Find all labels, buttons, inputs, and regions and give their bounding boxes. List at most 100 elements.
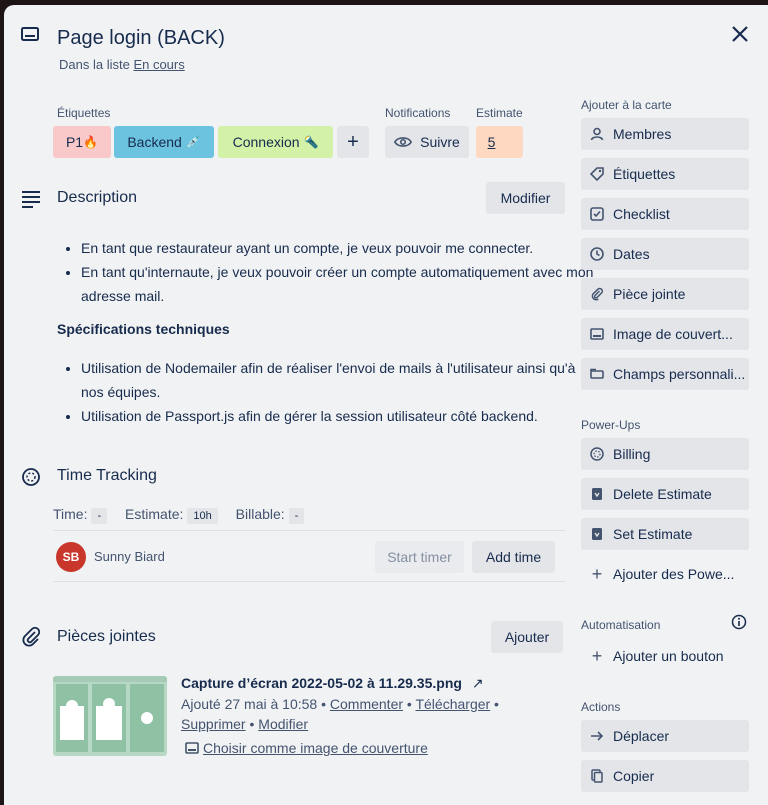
notifications-heading: Notifications xyxy=(385,106,451,120)
estimate-heading: Estimate xyxy=(476,106,523,120)
add-time-button[interactable]: Add time xyxy=(472,541,555,573)
button-label: Pièce jointe xyxy=(613,286,686,302)
delete-link[interactable]: Supprimer xyxy=(181,716,246,732)
description-list-2: Utilisation de Nodemailer afin de réalis… xyxy=(59,356,601,428)
custom-fields-button[interactable]: Champs personnali... xyxy=(581,358,749,390)
time-label: Time: xyxy=(53,506,88,522)
button-label: Dates xyxy=(613,246,650,262)
members-button[interactable]: Membres xyxy=(581,118,749,150)
arrow-right-icon xyxy=(591,731,604,741)
label-backend[interactable]: Backend 💉 xyxy=(114,126,214,158)
estimate-icon xyxy=(592,528,602,540)
divider xyxy=(53,581,565,582)
label-connexion[interactable]: Connexion 🔦 xyxy=(218,126,333,158)
set-estimate-button[interactable]: Set Estimate xyxy=(581,518,749,550)
person-icon xyxy=(590,127,604,141)
estimate-number: 5 xyxy=(487,134,496,150)
attachment-button[interactable]: Pièce jointe xyxy=(581,278,749,310)
label-text: Connexion xyxy=(232,134,300,150)
list-link[interactable]: En cours xyxy=(133,57,184,72)
button-label: Étiquettes xyxy=(613,166,676,182)
custom-fields-icon xyxy=(590,368,604,379)
checklist-button[interactable]: Checklist xyxy=(581,198,749,230)
estimate-value[interactable]: 5 xyxy=(476,126,523,158)
label-p1[interactable]: P1 🔥 xyxy=(53,126,111,158)
button-label: Checklist xyxy=(613,206,670,222)
attachment-filename: Capture d’écran 2022-05-02 à 11.29.35.pn… xyxy=(181,675,462,691)
automation-heading: Automatisation xyxy=(581,618,661,632)
add-to-card-heading: Ajouter à la carte xyxy=(581,98,672,112)
button-label: Ajouter des Powe... xyxy=(613,566,735,582)
download-link[interactable]: Télécharger xyxy=(415,696,490,712)
card-cover-icon xyxy=(590,328,604,340)
add-label-button[interactable]: + xyxy=(337,126,369,158)
time-row: Time: - Estimate: 10h Billable: - xyxy=(53,506,305,524)
description-list-1: En tant que restaurateur ayant un compte… xyxy=(59,236,601,308)
add-button-button[interactable]: + Ajouter un bouton xyxy=(581,640,749,672)
flashlight-icon: 🔦 xyxy=(303,135,319,149)
delete-estimate-button[interactable]: Delete Estimate xyxy=(581,478,749,510)
labels-button[interactable]: Étiquettes xyxy=(581,158,749,190)
info-icon[interactable] xyxy=(731,614,747,630)
button-label: Champs personnali... xyxy=(613,366,746,382)
spec-heading: Spécifications techniques xyxy=(57,321,230,337)
make-cover-link[interactable]: Choisir comme image de couverture xyxy=(185,740,428,756)
button-label: Image de couvert... xyxy=(613,326,733,342)
dates-button[interactable]: Dates xyxy=(581,238,749,270)
plus-icon: + xyxy=(591,563,603,584)
labels-heading: Étiquettes xyxy=(57,106,111,120)
attachments-title: Pièces jointes xyxy=(57,628,156,645)
close-icon[interactable] xyxy=(728,22,752,46)
clock-icon xyxy=(590,247,604,261)
label-text: P1 xyxy=(65,134,84,150)
list-item: Utilisation de Nodemailer afin de réalis… xyxy=(81,356,601,404)
time-tracking-title: Time Tracking xyxy=(57,467,157,484)
edit-description-button[interactable]: Modifier xyxy=(486,182,565,214)
divider xyxy=(53,530,565,531)
estimate-label: Estimate: xyxy=(125,506,184,522)
user-name: Sunny Biard xyxy=(94,549,165,564)
list-prefix: Dans la liste xyxy=(59,57,130,72)
list-info: Dans la liste En cours xyxy=(59,57,185,72)
attachment-title[interactable]: Capture d’écran 2022-05-02 à 11.29.35.pn… xyxy=(181,675,484,692)
list-item: En tant qu'internaute, je veux pouvoir c… xyxy=(81,260,601,308)
card-icon xyxy=(21,27,39,41)
button-label: Membres xyxy=(613,126,672,142)
button-label: Copier xyxy=(613,768,655,784)
cover-button[interactable]: Image de couvert... xyxy=(581,318,749,350)
attachment-thumbnail[interactable] xyxy=(53,676,167,756)
checkbox-icon xyxy=(590,207,604,221)
follow-button[interactable]: Suivre xyxy=(385,126,469,158)
paperclip-icon xyxy=(591,287,603,301)
card-title[interactable]: Page login (BACK) xyxy=(57,27,225,50)
avatar[interactable]: SB xyxy=(56,542,86,572)
button-label: Billing xyxy=(613,446,651,462)
move-button[interactable]: Déplacer xyxy=(581,720,749,752)
external-link-icon[interactable]: ↗ xyxy=(472,675,484,691)
paperclip-icon xyxy=(22,626,41,647)
tag-icon xyxy=(590,167,604,181)
billable-label: Billable: xyxy=(235,506,285,522)
list-item: En tant que restaurateur ayant un compte… xyxy=(81,236,601,260)
estimate-time-value: 10h xyxy=(187,508,218,524)
add-power-ups-button[interactable]: + Ajouter des Powe... xyxy=(581,558,749,590)
estimate-icon xyxy=(592,488,602,500)
start-timer-button[interactable]: Start timer xyxy=(375,541,464,573)
modify-link[interactable]: Modifier xyxy=(258,716,308,732)
button-label: Déplacer xyxy=(613,728,670,744)
comment-link[interactable]: Commenter xyxy=(330,696,403,712)
actions-heading: Actions xyxy=(581,700,621,714)
copy-button[interactable]: Copier xyxy=(581,760,749,792)
button-label: Ajouter un bouton xyxy=(613,648,724,664)
add-attachment-button[interactable]: Ajouter xyxy=(491,621,563,653)
card-cover-icon xyxy=(185,742,199,754)
button-label: Set Estimate xyxy=(613,526,693,542)
attachment-meta: Ajouté 27 mai à 10:58 • Commenter • Télé… xyxy=(181,696,499,732)
button-label: Delete Estimate xyxy=(613,486,712,502)
copy-icon xyxy=(591,769,603,783)
fire-icon: 🔥 xyxy=(83,135,99,149)
syringe-icon: 💉 xyxy=(185,135,201,149)
billing-button[interactable]: Billing xyxy=(581,438,749,470)
attachment-added: Ajouté 27 mai à 10:58 • xyxy=(181,696,326,712)
follow-label: Suivre xyxy=(420,134,460,150)
